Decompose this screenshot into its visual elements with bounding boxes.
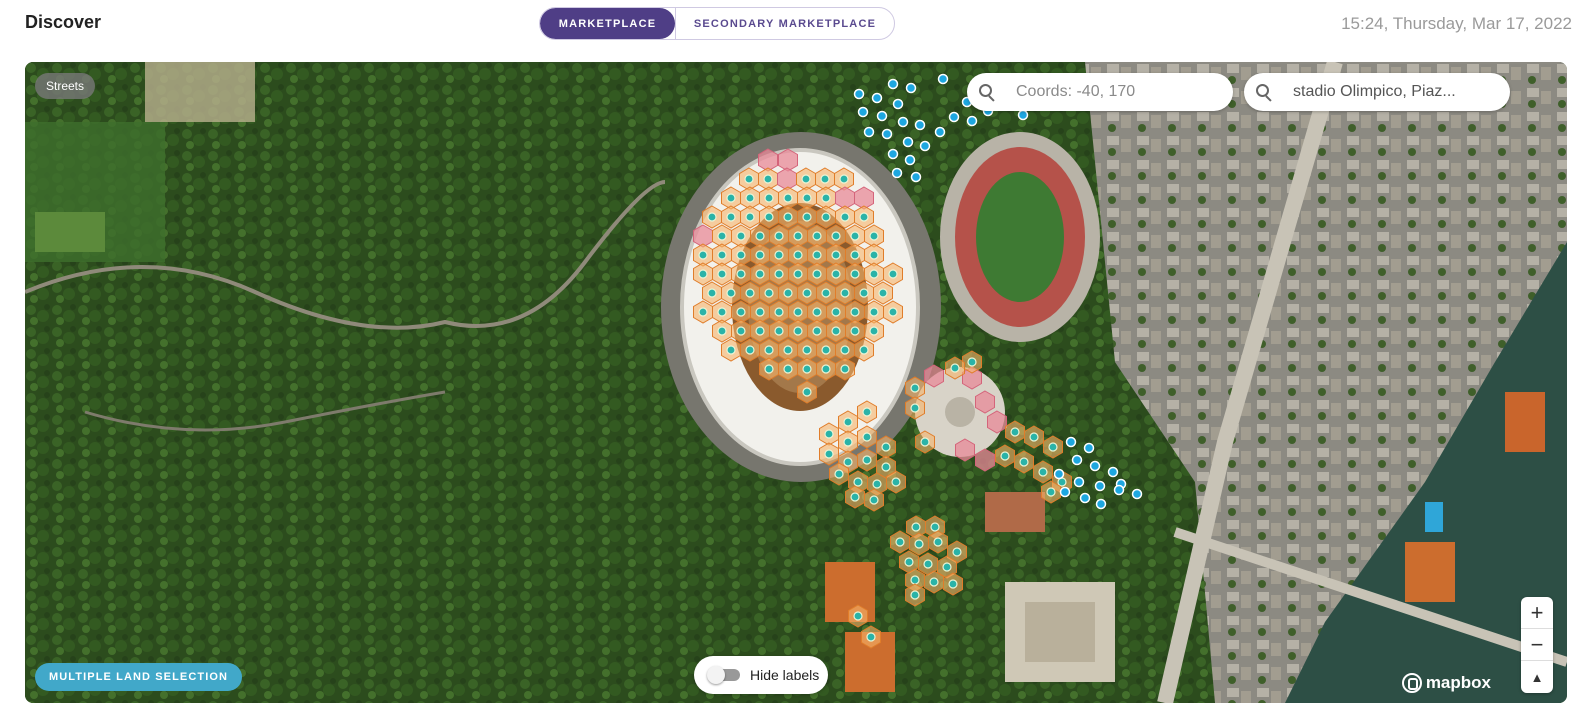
place-search-box: [1244, 73, 1510, 111]
search-icon: [977, 82, 997, 102]
tab-marketplace[interactable]: MARKETPLACE: [540, 8, 675, 39]
compass-reset-button[interactable]: ▲: [1521, 661, 1553, 693]
datetime-display: 15:24, Thursday, Mar 17, 2022: [1341, 14, 1572, 33]
marketplace-tabs: MARKETPLACE SECONDARY MARKETPLACE: [539, 7, 895, 40]
search-icon: [1254, 82, 1274, 102]
map-view[interactable]: Streets MULTIPLE LAND SELECTION Hide lab…: [25, 62, 1567, 703]
hide-labels-toggle[interactable]: [707, 666, 740, 684]
zoom-in-button[interactable]: +: [1521, 597, 1553, 629]
map-style-streets-button[interactable]: Streets: [35, 73, 96, 99]
page-title: Discover: [25, 12, 102, 32]
mapbox-attribution[interactable]: mapbox: [1401, 673, 1491, 693]
coords-search-box: [967, 73, 1233, 111]
place-search-input[interactable]: [1293, 83, 1493, 101]
hide-labels-label: Hide labels: [750, 667, 820, 683]
multiple-land-selection-button[interactable]: MULTIPLE LAND SELECTION: [35, 663, 243, 691]
hide-labels-control: Hide labels: [694, 656, 828, 694]
top-bar: Discover MARKETPLACE SECONDARY MARKETPLA…: [0, 0, 1592, 62]
satellite-map-image: [25, 62, 1567, 703]
coords-search-input[interactable]: [1016, 83, 1216, 101]
zoom-controls: + − ▲: [1521, 597, 1553, 693]
zoom-out-button[interactable]: −: [1521, 629, 1553, 661]
mapbox-text: mapbox: [1425, 673, 1491, 692]
tab-secondary-marketplace[interactable]: SECONDARY MARKETPLACE: [675, 8, 894, 39]
mapbox-logo-icon: [1401, 673, 1422, 693]
